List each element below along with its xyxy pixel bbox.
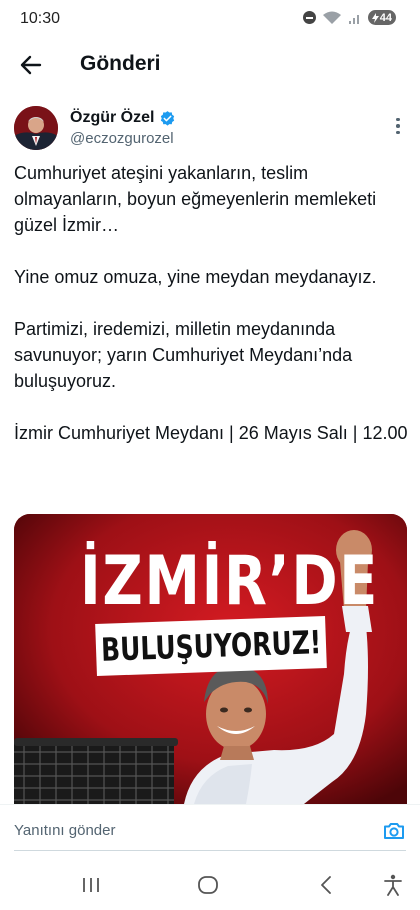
chevron-left-icon [321,876,331,894]
recents-icon [83,878,99,892]
tweet-paragraph: Cumhuriyet ateşini yakanların, teslim ol… [14,163,377,235]
app-header: Gönderi [0,38,420,90]
nav-back-button[interactable] [313,872,339,898]
reply-divider [14,850,406,851]
battery-indicator: 44 [367,10,396,25]
media-banner-text: BULUŞUYORUZ! [100,623,322,669]
more-vertical-icon [396,117,400,122]
status-icons: 44 [302,10,396,25]
avatar[interactable] [14,106,58,150]
media-headline: İZMİR’DE [80,542,380,621]
back-button[interactable] [14,48,48,82]
reply-bar: Yanıtını gönder [0,804,420,856]
charging-icon [371,12,379,23]
page-title: Gönderi [80,52,161,75]
tweet-paragraph: Yine omuz omuza, yine meydan meydanayız. [14,267,377,287]
system-nav-bar [0,860,420,910]
more-options-button[interactable] [388,114,408,138]
wifi-icon [322,11,341,24]
accessibility-icon [384,874,402,896]
status-time: 10:30 [20,10,61,27]
author-handle[interactable]: @eczozgurozel [70,130,174,147]
tweet-author: Özgür Özel @eczozgurozel [0,104,420,154]
author-name[interactable]: Özgür Özel [70,109,176,127]
signal-icon [348,14,359,24]
home-icon [198,876,218,894]
author-display-name: Özgür Özel [70,109,155,126]
avatar-portrait [14,106,58,150]
tweet-paragraph: İzmir Cumhuriyet Meydanı | 26 Mayıs Salı… [14,423,408,443]
tweet-text: Cumhuriyet ateşini yakanların, teslim ol… [14,160,408,446]
reply-input[interactable]: Yanıtını gönder [14,822,115,839]
arrow-left-icon [20,55,42,75]
camera-icon[interactable] [382,819,406,843]
do-not-disturb-icon [302,11,316,24]
status-bar: 10:30 44 [0,0,420,38]
tweet-paragraph: Partimizi, iredemizi, milletin meydanınd… [14,319,353,391]
tweet-media-image[interactable]: İZMİR’DE BULUŞUYORUZ! [14,514,407,804]
verified-badge-icon [161,110,175,126]
recents-button[interactable] [78,872,104,898]
media-banner: BULUŞUYORUZ! [95,616,327,676]
battery-level: 44 [379,11,392,24]
home-button[interactable] [195,872,221,898]
accessibility-button[interactable] [380,872,406,898]
